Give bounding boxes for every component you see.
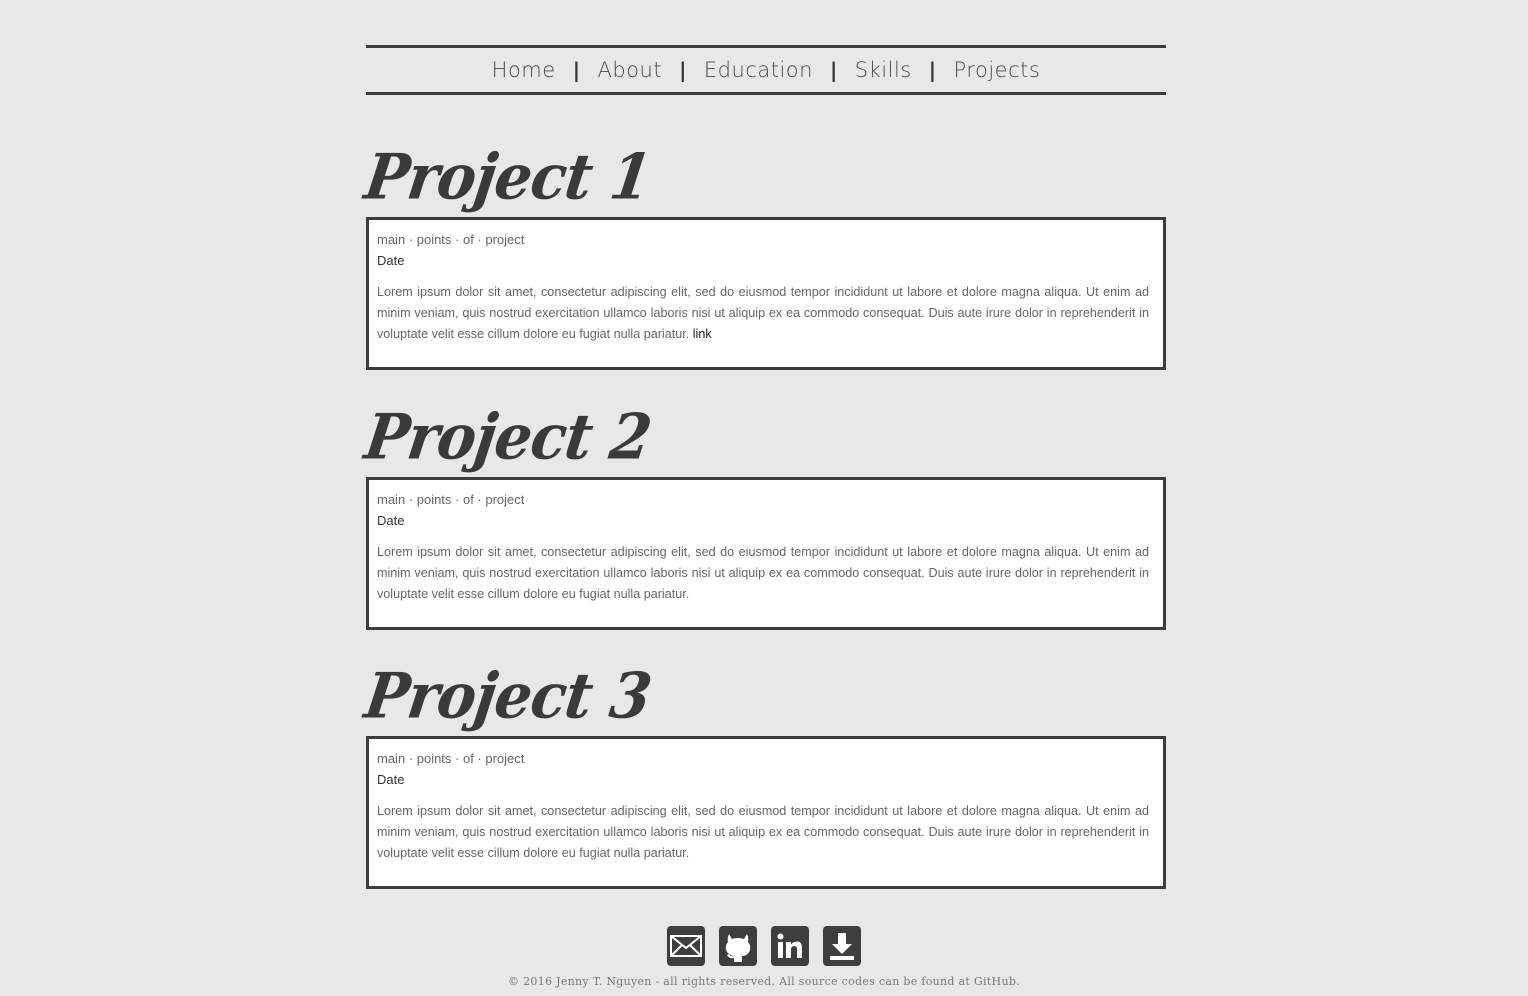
project-title: Project 1 <box>360 140 656 214</box>
nav-separator: | <box>928 58 937 82</box>
social-icons <box>0 926 1528 968</box>
nav-projects[interactable]: Projects <box>954 58 1041 82</box>
project-points: main · points · of · project <box>377 751 525 766</box>
nav-separator: | <box>829 58 838 82</box>
project-card: main · points · of · project Date Lorem … <box>366 477 1166 630</box>
project-card: main · points · of · project Date Lorem … <box>366 217 1166 370</box>
project-title: Project 2 <box>360 400 656 474</box>
project-title: Project 3 <box>360 659 656 733</box>
project-date: Date <box>377 513 405 528</box>
download-icon[interactable] <box>823 926 861 966</box>
project-description: Lorem ipsum dolor sit amet, consectetur … <box>377 282 1149 345</box>
nav-separator: | <box>679 58 687 82</box>
project-description-text: Lorem ipsum dolor sit amet, consectetur … <box>377 285 1149 341</box>
project-date: Date <box>377 253 405 268</box>
nav-home[interactable]: Home <box>492 58 556 82</box>
footer: © 2016 Jenny T. Nguyen - all rights rese… <box>0 926 1528 988</box>
nav-skills[interactable]: Skills <box>855 58 912 82</box>
project-card: main · points · of · project Date Lorem … <box>366 736 1166 889</box>
main-nav: Home | About | Education | Skills | Proj… <box>366 45 1166 95</box>
nav-education[interactable]: Education <box>704 58 813 82</box>
project-points: main · points · of · project <box>377 232 525 247</box>
copyright-text: © 2016 Jenny T. Nguyen - all rights rese… <box>508 975 1020 988</box>
github-icon[interactable] <box>719 926 757 966</box>
project-date: Date <box>377 772 405 787</box>
linkedin-icon[interactable] <box>771 926 809 966</box>
nav-about[interactable]: About <box>598 58 663 82</box>
project-points: main · points · of · project <box>377 492 525 507</box>
nav-separator: | <box>572 58 581 82</box>
project-description: Lorem ipsum dolor sit amet, consectetur … <box>377 804 1149 860</box>
project-description: Lorem ipsum dolor sit amet, consectetur … <box>377 545 1149 601</box>
page-container: Home | About | Education | Skills | Proj… <box>360 45 1166 889</box>
mail-icon[interactable] <box>667 926 705 966</box>
project-link[interactable]: link <box>693 327 712 341</box>
